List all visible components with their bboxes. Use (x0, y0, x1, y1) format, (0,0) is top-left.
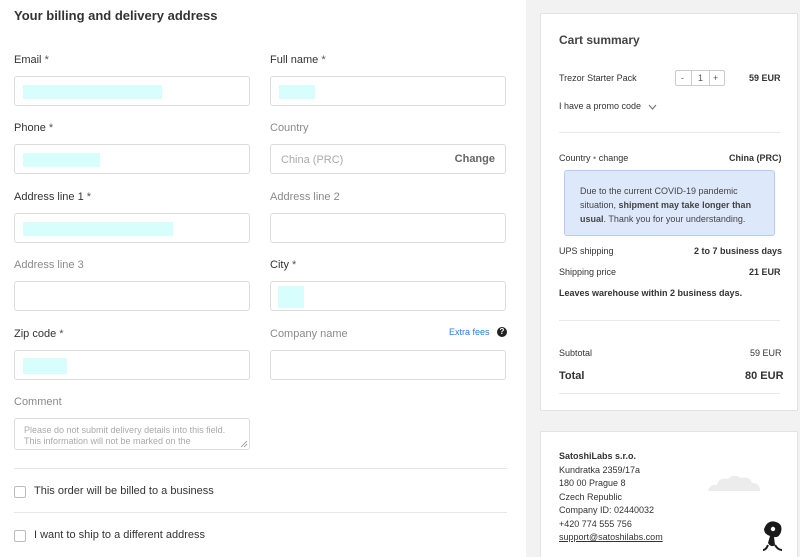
product-name: Trezor Starter Pack (559, 73, 637, 83)
ups-label: UPS shipping (559, 246, 614, 256)
resize-handle-icon[interactable] (239, 439, 248, 448)
address3-label: Address line 3 (14, 259, 84, 271)
company-email-link[interactable]: support@satoshilabs.com (559, 531, 663, 545)
cart-country-change-link[interactable]: change (599, 153, 629, 163)
ups-value: 2 to 7 business days (694, 246, 783, 256)
mascot-icon (762, 521, 783, 551)
divider (559, 393, 780, 394)
shipping-price-label: Shipping price (559, 267, 617, 277)
chevron-down-icon (648, 104, 657, 110)
subtotal-label: Subtotal (559, 348, 593, 358)
company-phone: +420 774 555 756 (559, 518, 632, 529)
city-field[interactable] (270, 281, 506, 311)
country-label: Country (270, 122, 309, 134)
extra-fees-link[interactable]: Extra fees (449, 327, 490, 337)
divider (14, 468, 507, 469)
address1-field[interactable] (14, 213, 250, 243)
promo-code-toggle[interactable]: I have a promo code (559, 101, 657, 111)
business-checkbox-label[interactable]: This order will be billed to a business (34, 485, 214, 497)
email-label: Email * (14, 54, 49, 66)
comment-label: Comment (14, 396, 62, 408)
qty-value[interactable]: 1 (698, 73, 703, 83)
redacted-value (23, 85, 162, 99)
covid-notice: Due to the current COVID-19 pandemic sit… (564, 170, 775, 236)
email-field[interactable] (14, 76, 250, 106)
help-icon[interactable]: ? (497, 327, 507, 337)
cart-country-label: Country (559, 153, 591, 163)
qty-plus-button[interactable]: + (713, 73, 718, 83)
divider (559, 320, 780, 321)
billing-form-panel: Your billing and delivery address Email … (0, 0, 526, 557)
divider (559, 132, 780, 133)
subtotal-value: 59 EUR (750, 348, 782, 358)
qty-minus-button[interactable]: - (681, 73, 684, 83)
address2-label: Address line 2 (270, 191, 340, 203)
address3-field[interactable] (14, 281, 250, 311)
address2-field[interactable] (270, 213, 506, 243)
company-address: SatoshiLabs s.r.o. Kundratka 2359/17a 18… (559, 450, 663, 545)
zip-field[interactable] (14, 350, 250, 380)
warehouse-note: Leaves warehouse within 2 business days. (559, 288, 743, 298)
cart-title: Cart summary (559, 33, 640, 47)
notice-text-end: . Thank you for your understanding. (603, 214, 746, 224)
redacted-value (23, 222, 173, 236)
zip-label: Zip code * (14, 328, 64, 340)
comment-placeholder: Please do not submit delivery details in… (24, 425, 226, 446)
shipping-price-value: 21 EUR (749, 267, 781, 277)
country-field[interactable]: China (PRC) Change (270, 144, 506, 174)
phone-field[interactable] (14, 144, 250, 174)
qty-separator (709, 71, 710, 85)
ship-different-checkbox[interactable] (14, 530, 26, 542)
total-value: 80 EUR (745, 370, 784, 382)
qty-separator (691, 71, 692, 85)
business-checkbox[interactable] (14, 486, 26, 498)
phone-label: Phone * (14, 122, 54, 134)
promo-label: I have a promo code (559, 101, 642, 111)
company-id: Company ID: 02440032 (559, 505, 655, 515)
city-label: City * (270, 259, 297, 271)
total-label: Total (559, 370, 585, 382)
company-name: SatoshiLabs s.r.o. (559, 451, 637, 461)
fullname-label: Full name * (270, 54, 326, 66)
redacted-value (279, 85, 315, 99)
quantity-stepper[interactable]: - 1 + (675, 70, 725, 86)
divider (14, 512, 507, 513)
country-value: China (PRC) (281, 154, 344, 166)
address1-label: Address line 1 * (14, 191, 92, 203)
product-price: 59 EUR (749, 73, 781, 83)
cart-country-value: China (PRC) (729, 153, 782, 163)
comment-textarea[interactable]: Please do not submit delivery details in… (14, 418, 250, 450)
company-field[interactable] (270, 350, 506, 380)
cloud-icon (708, 475, 760, 491)
cart-country-row: Country • change (559, 153, 629, 163)
fullname-field[interactable] (270, 76, 506, 106)
company-country: Czech Republic (559, 491, 623, 502)
redacted-value (278, 286, 304, 308)
company-label: Company name (270, 328, 348, 340)
redacted-value (23, 153, 100, 167)
company-city: 180 00 Prague 8 (559, 478, 626, 488)
country-change-button[interactable]: Change (455, 153, 495, 165)
company-street: Kundratka 2359/17a (559, 464, 641, 475)
ship-different-checkbox-label[interactable]: I want to ship to a different address (34, 529, 205, 541)
redacted-value (23, 358, 67, 374)
form-title: Your billing and delivery address (14, 8, 218, 23)
